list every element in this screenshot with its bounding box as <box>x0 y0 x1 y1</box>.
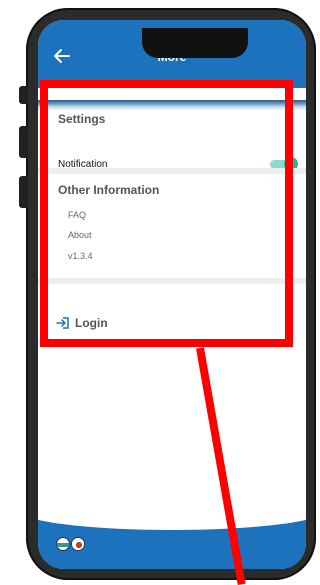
partner-logo-icon-2 <box>71 537 85 551</box>
bottom-banner-curve <box>38 490 306 530</box>
partner-logos <box>56 537 85 551</box>
phone-side-button-top <box>19 86 28 104</box>
phone-side-button-middle <box>19 126 28 158</box>
annotation-highlight-box <box>40 80 293 347</box>
phone-side-button-bottom <box>19 176 28 208</box>
phone-notch <box>142 28 248 58</box>
partner-logo-icon-1 <box>56 537 70 551</box>
